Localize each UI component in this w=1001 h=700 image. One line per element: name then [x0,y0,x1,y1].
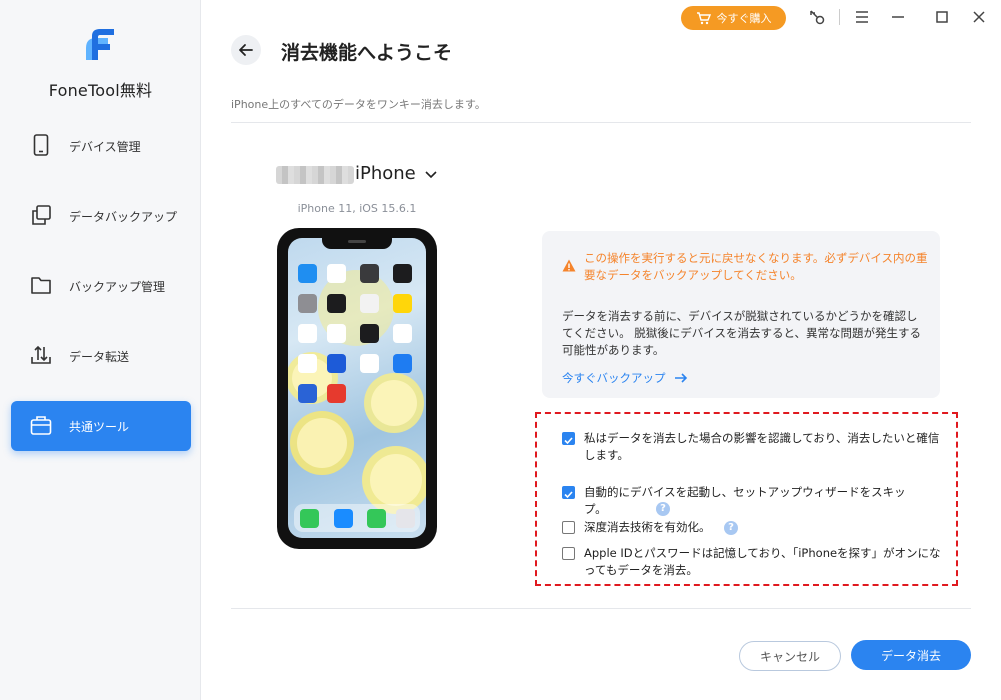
sidebar-item-label: バックアップ管理 [69,279,166,294]
wallpaper-image [288,264,426,532]
warning-icon [562,259,576,272]
sidebar-item-label: データ転送 [69,349,130,364]
page-subtitle: iPhone上のすべてのデータをワンキー消去します。 [231,98,486,111]
option-checkbox-acknowledge[interactable] [562,432,575,445]
arrow-left-icon [239,44,253,56]
sidebar-item-device-management[interactable]: デバイス管理 [11,121,191,171]
backup-now-label: 今すぐバックアップ [562,371,666,385]
phone-screen [288,238,426,538]
device-name[interactable]: iPhone [355,163,416,184]
back-button[interactable] [231,35,261,65]
option-checkbox-deep-erase[interactable] [562,521,575,534]
phone-speaker [348,240,366,243]
option-label-find-my-iphone: Apple IDとパスワードは記憶しており、「iPhoneを探す」がオンになって… [584,546,941,577]
buy-now-button[interactable]: 今すぐ購入 [681,6,786,30]
header-divider [231,122,971,123]
phone-icon [33,134,49,156]
sidebar-item-label: デバイス管理 [69,139,141,154]
backup-now-link[interactable]: 今すぐバックアップ [562,370,688,386]
folder-icon [31,277,51,294]
sidebar-item-label: データバックアップ [69,209,178,224]
app-name: FoneTool無料 [48,81,153,100]
sidebar-item-data-transfer[interactable]: データ転送 [11,331,191,381]
jailbreak-info-text: データを消去する前に、デバイスが脱獄されているかどうかを確認してください。 脱獄… [562,309,922,357]
option-checkbox-skip-setup[interactable] [562,486,575,499]
sidebar: FoneTool無料 デバイス管理 データバックアップ バックアップ管理 データ… [0,0,201,700]
copy-icon [32,205,51,225]
maximize-icon[interactable] [932,7,952,27]
sidebar-item-label: 共通ツール [69,419,130,434]
option-label-acknowledge: 私はデータを消去した場合の影響を認識しており、消去したいと確信します。 [584,431,940,462]
option-label-skip-setup: 自動的にデバイスを起動し、セットアップウィザードをスキップ。 [584,485,906,516]
erase-data-button[interactable]: データ消去 [851,640,971,670]
warning-text: この操作を実行すると元に戻せなくなります。必ずデバイス内の重要なデータをバックア… [584,251,928,282]
page-title: 消去機能へようこそ [281,42,453,64]
sidebar-item-data-backup[interactable]: データバックアップ [11,191,191,241]
option-checkbox-find-my-iphone[interactable] [562,547,575,560]
toolbox-icon [30,416,52,435]
chevron-down-icon[interactable] [423,166,439,182]
device-name-redacted [276,166,354,184]
close-icon[interactable] [969,7,989,27]
help-icon[interactable]: ? [724,521,738,535]
cancel-button[interactable]: キャンセル [739,641,841,671]
cart-icon [696,11,711,24]
minimize-icon[interactable] [888,7,908,27]
help-icon[interactable]: ? [656,502,670,516]
transfer-icon [31,345,51,364]
titlebar-divider [839,9,840,25]
key-icon[interactable] [807,7,827,27]
arrow-right-icon [674,373,687,383]
sidebar-item-common-tools[interactable]: 共通ツール [11,401,191,451]
option-label-deep-erase: 深度消去技術を有効化。 [584,520,711,534]
sidebar-item-backup-management[interactable]: バックアップ管理 [11,261,191,311]
device-model: iPhone 11, iOS 15.6.1 [297,202,417,215]
buy-now-label: 今すぐ購入 [716,12,772,25]
checkmark-icon [564,437,573,445]
checkmark-icon [564,491,573,499]
footer-divider [231,608,971,609]
menu-icon[interactable] [852,7,872,27]
fonetool-logo-icon [86,29,114,60]
